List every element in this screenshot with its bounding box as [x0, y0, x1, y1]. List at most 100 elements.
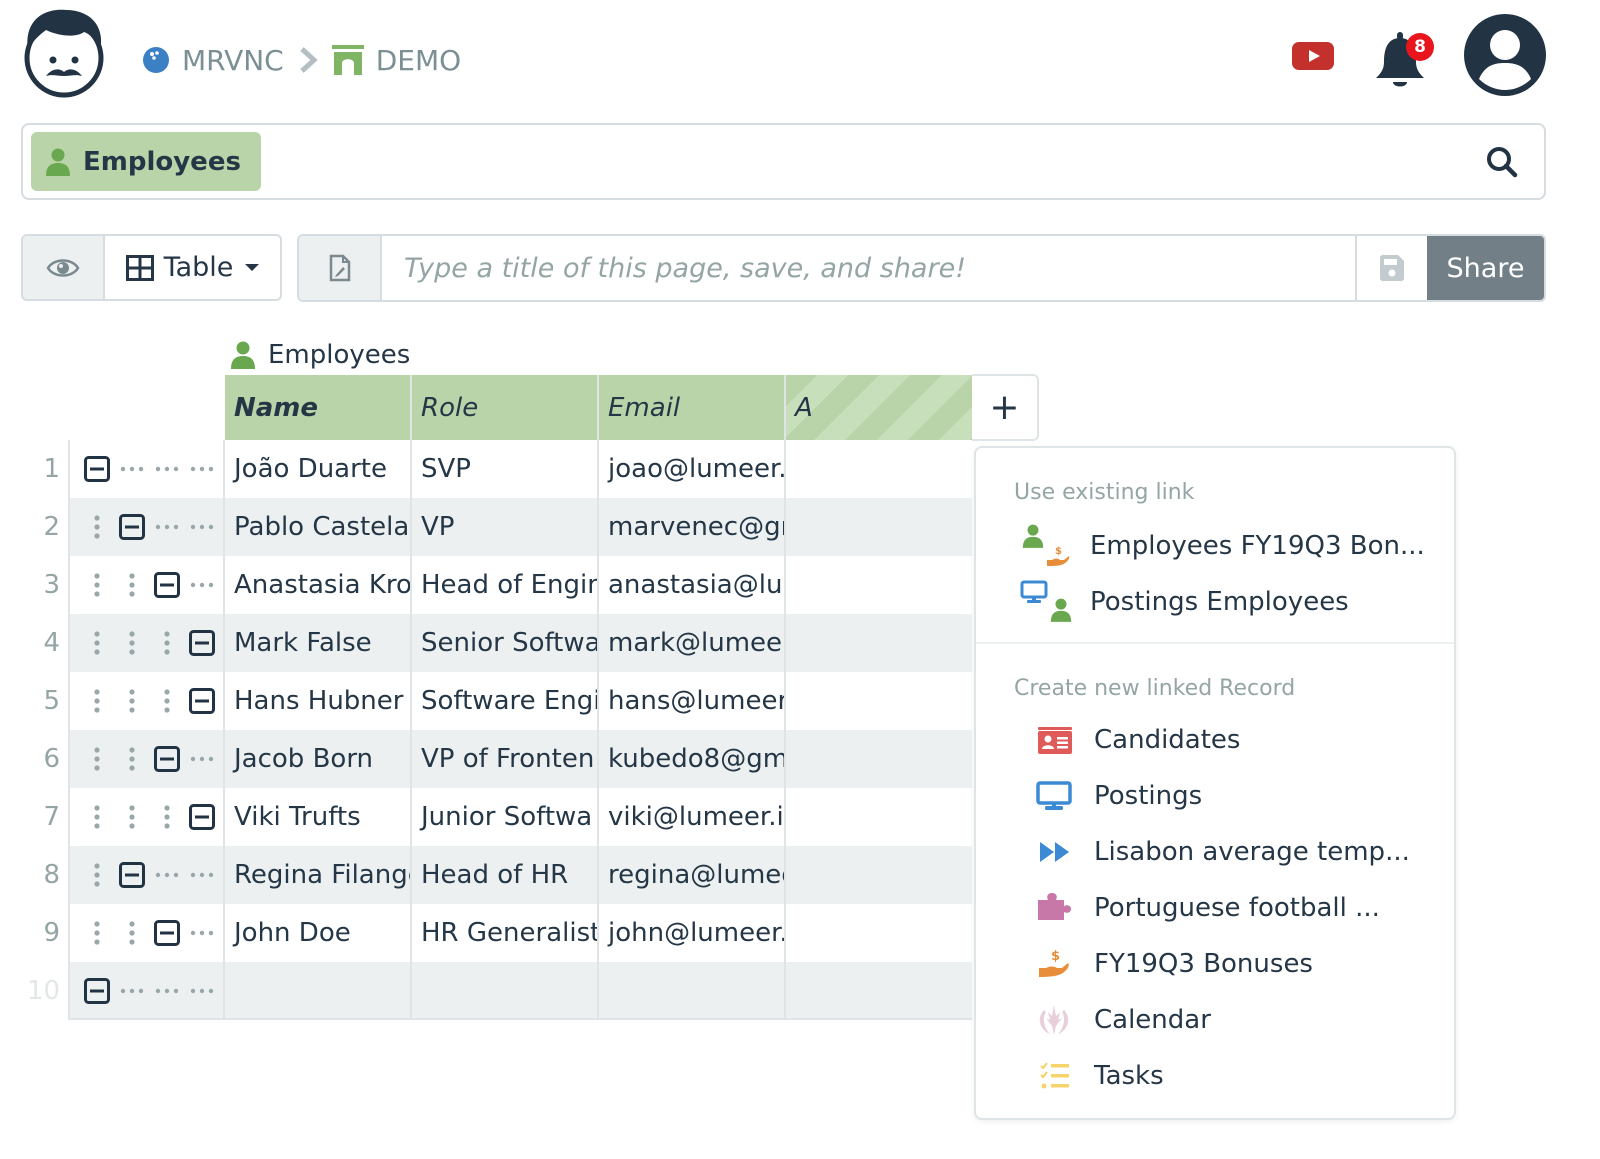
cell-a[interactable] — [786, 788, 972, 846]
hierarchy-line — [80, 730, 114, 788]
cell-name[interactable] — [225, 962, 412, 1020]
table-row[interactable]: 6 Jacob Born VP of Fronten kubedo8@gm — [0, 730, 975, 788]
cell-role[interactable] — [412, 962, 599, 1020]
column-header-name[interactable]: Name — [225, 375, 412, 440]
cell-role[interactable]: Senior Softwa — [412, 614, 599, 672]
create-linked-lisabon[interactable]: Lisabon average temp... — [976, 826, 1454, 878]
share-button[interactable]: Share — [1427, 236, 1544, 300]
cell-email[interactable]: marvenec@gmail.com — [599, 498, 786, 556]
save-button[interactable] — [1355, 236, 1427, 300]
table-row[interactable]: 2 Pablo CastelagVPmarvenec@gmail.com — [0, 498, 975, 556]
create-linked-bonuses[interactable]: $ FY19Q3 Bonuses — [976, 938, 1454, 990]
column-header-email[interactable]: Email — [599, 375, 786, 440]
cell-name[interactable]: Pablo Castelag — [225, 498, 412, 556]
cell-role[interactable]: SVP — [412, 440, 599, 498]
cell-a[interactable] — [786, 556, 972, 614]
cell-a[interactable] — [786, 672, 972, 730]
file-edit-button[interactable] — [299, 236, 382, 300]
cell-email[interactable]: regina@lumeer — [599, 846, 786, 904]
perspective-dropdown[interactable]: Table — [105, 236, 280, 299]
cell-a[interactable] — [786, 730, 972, 788]
view-visibility-button[interactable] — [23, 236, 105, 299]
svg-text:$: $ — [1055, 546, 1062, 557]
hierarchy-placeholder — [115, 440, 149, 498]
cell-role[interactable]: Software Engi — [412, 672, 599, 730]
vertical-ellipsis-icon — [94, 921, 100, 945]
table-row[interactable]: 7 Viki Trufts Junior Softwa viki@lumeer.io — [0, 788, 975, 846]
cell-name[interactable]: Hans Hubner — [225, 672, 412, 730]
cell-role[interactable]: Junior Softwa — [412, 788, 599, 846]
cell-email[interactable] — [599, 962, 786, 1020]
collapse-toggle[interactable] — [115, 846, 149, 904]
page-title-input[interactable] — [382, 236, 1355, 300]
cell-role[interactable]: HR Generalist — [412, 904, 599, 962]
collapse-toggle[interactable] — [80, 962, 114, 1020]
search-box[interactable]: Employees — [21, 123, 1546, 200]
create-linked-football[interactable]: Portuguese football ... — [976, 882, 1454, 934]
hierarchy-line — [150, 788, 184, 846]
create-linked-postings[interactable]: Postings — [976, 770, 1454, 822]
table-row[interactable]: 9 John Doe HR Generalist john@lumeer. — [0, 904, 975, 962]
cell-a[interactable] — [786, 962, 972, 1020]
add-column-button[interactable]: + — [972, 374, 1039, 441]
collapse-toggle[interactable] — [185, 614, 219, 672]
row-number: 5 — [43, 686, 60, 716]
table-row[interactable]: 3 Anastasia KroHead of Enginanastasia@lum… — [0, 556, 975, 614]
search-icon[interactable] — [1486, 146, 1518, 178]
collapse-toggle[interactable] — [185, 672, 219, 730]
table-row[interactable]: 5 Hans Hubner Software Engi hans@lumeer. — [0, 672, 975, 730]
cell-email[interactable]: kubedo8@gm — [599, 730, 786, 788]
existing-link-item[interactable]: $ Employees FY19Q3 Bon... — [976, 520, 1454, 572]
collapse-toggle[interactable] — [150, 904, 184, 962]
table-row[interactable]: 4 Mark False Senior Softwa mark@lumeer — [0, 614, 975, 672]
table-row[interactable]: 1 João DuarteSVPjoao@lumeer.io — [0, 440, 975, 498]
cell-name[interactable]: Mark False — [225, 614, 412, 672]
cell-email[interactable]: hans@lumeer. — [599, 672, 786, 730]
cell-name[interactable]: Regina Filange — [225, 846, 412, 904]
create-linked-calendar[interactable]: Calendar — [976, 994, 1454, 1046]
cell-a[interactable] — [786, 440, 972, 498]
collapse-toggle[interactable] — [150, 556, 184, 614]
cell-a[interactable] — [786, 904, 972, 962]
query-chip-employees[interactable]: Employees — [31, 132, 261, 191]
cell-email[interactable]: anastasia@lumeer.io — [599, 556, 786, 614]
collapse-toggle[interactable] — [185, 788, 219, 846]
breadcrumb-project[interactable]: DEMO — [331, 44, 461, 77]
cell-email[interactable]: mark@lumeer — [599, 614, 786, 672]
query-chip-label: Employees — [83, 146, 241, 177]
breadcrumb-organization[interactable]: MRVNC — [142, 44, 284, 77]
vertical-ellipsis-icon — [164, 631, 170, 655]
cell-email[interactable]: viki@lumeer.io — [599, 788, 786, 846]
table-row[interactable]: 10 — [0, 962, 975, 1020]
column-header-role[interactable]: Role — [412, 375, 599, 440]
cell-name[interactable]: João Duarte — [225, 440, 412, 498]
collapse-toggle[interactable] — [150, 730, 184, 788]
cell-role[interactable]: Head of HR — [412, 846, 599, 904]
cell-name[interactable]: Viki Trufts — [225, 788, 412, 846]
hierarchy-placeholder — [185, 498, 219, 556]
existing-link-item[interactable]: Postings Employees — [976, 576, 1454, 628]
collapse-toggle-icon — [84, 456, 110, 482]
create-linked-tasks[interactable]: Tasks — [976, 1050, 1454, 1102]
cell-a[interactable] — [786, 614, 972, 672]
column-header-new[interactable]: A — [786, 375, 972, 440]
cell-role[interactable]: VP of Fronten — [412, 730, 599, 788]
existing-link-label: Employees FY19Q3 Bon... — [1090, 531, 1425, 561]
cell-role[interactable]: VP — [412, 498, 599, 556]
cell-a[interactable] — [786, 846, 972, 904]
create-linked-candidates[interactable]: Candidates — [976, 714, 1454, 766]
cell-name[interactable]: Anastasia Kro — [225, 556, 412, 614]
collapse-toggle[interactable] — [115, 498, 149, 556]
youtube-icon[interactable] — [1292, 40, 1334, 72]
cell-a[interactable] — [786, 498, 972, 556]
user-avatar-icon[interactable] — [1463, 13, 1547, 97]
cell-name[interactable]: Jacob Born — [225, 730, 412, 788]
collapse-toggle[interactable] — [80, 440, 114, 498]
table-row[interactable]: 8 Regina FilangeHead of HRregina@lumeer — [0, 846, 975, 904]
cell-role[interactable]: Head of Engin — [412, 556, 599, 614]
cell-name[interactable]: John Doe — [225, 904, 412, 962]
cell-email[interactable]: joao@lumeer.io — [599, 440, 786, 498]
vertical-ellipsis-icon — [129, 689, 135, 713]
cell-email[interactable]: john@lumeer. — [599, 904, 786, 962]
mustache-logo-icon[interactable] — [18, 6, 110, 98]
